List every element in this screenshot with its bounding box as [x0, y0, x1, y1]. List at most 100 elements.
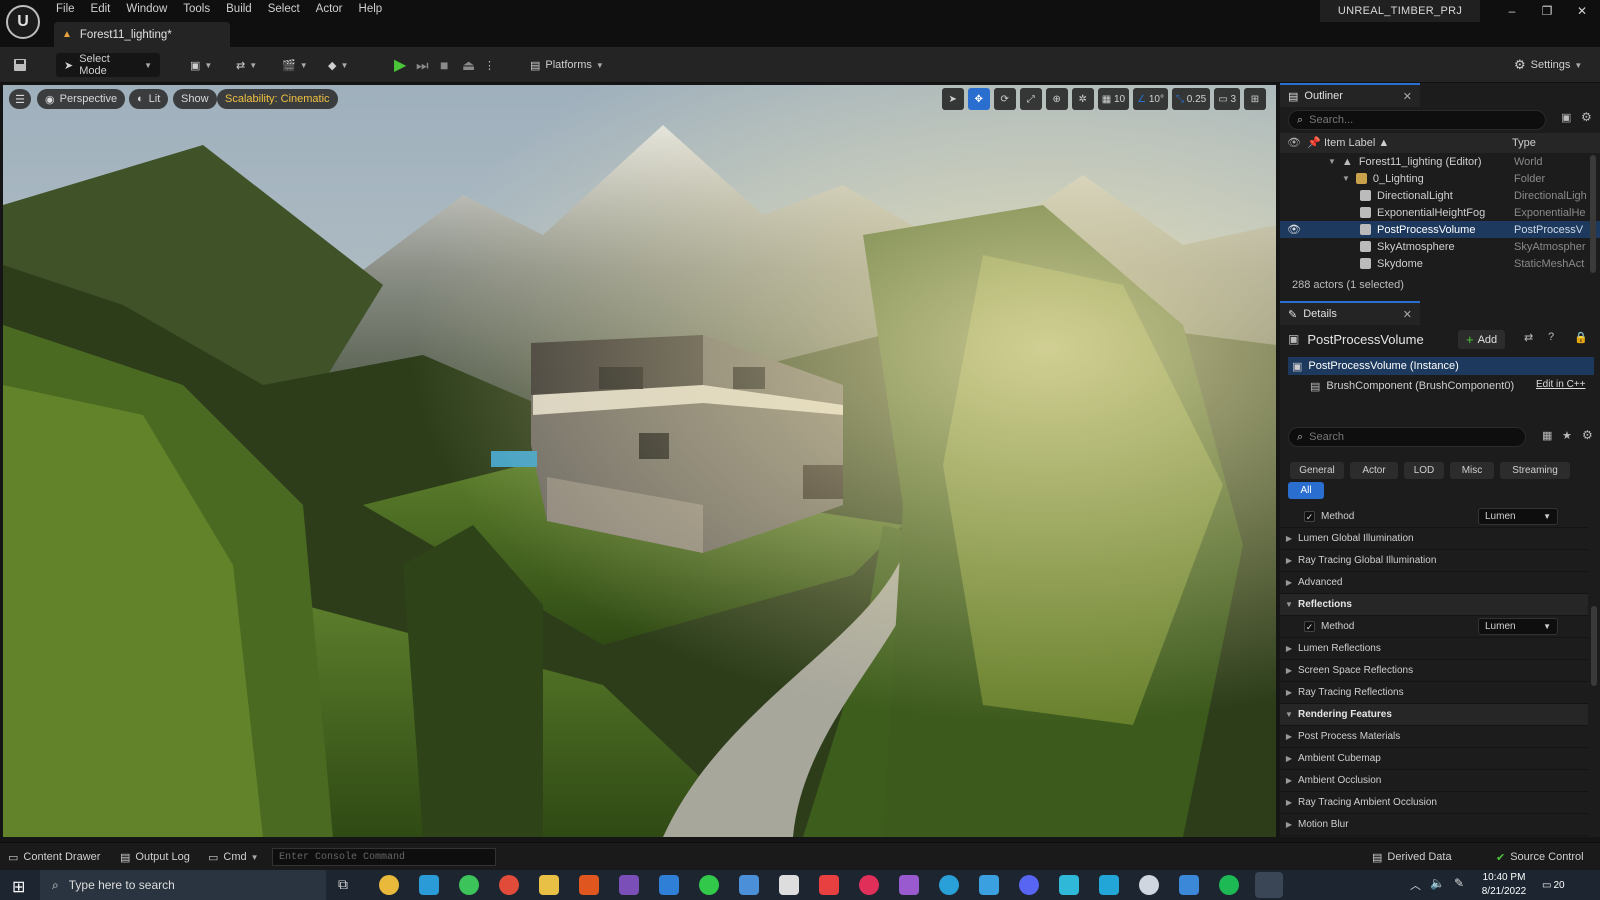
step-icon[interactable]: ⏭ [416, 53, 429, 77]
taskbar-time[interactable]: 10:40 PM [1477, 872, 1531, 883]
filter-streaming[interactable]: Streaming [1500, 462, 1570, 479]
property-row[interactable]: ▶ Ray Tracing Global Illumination [1280, 550, 1588, 572]
property-row[interactable]: ▶ Advanced [1280, 572, 1588, 594]
spotify-icon[interactable] [1219, 875, 1239, 895]
rotation-snap-button[interactable]: ∠ 10° [1133, 88, 1168, 110]
rotate-tool-icon[interactable]: ⟳ [993, 88, 1016, 110]
menu-window[interactable]: Window [118, 0, 175, 20]
outliner-scrollbar[interactable] [1590, 155, 1596, 273]
minimize-icon[interactable]: – [1502, 4, 1522, 18]
outliner-row[interactable]: ▼ 0_Lighting Folder [1280, 170, 1600, 187]
modes-icon[interactable]: ◆ ▼ [328, 53, 348, 77]
filter-misc[interactable]: Misc [1450, 462, 1494, 479]
filter-all[interactable]: All [1288, 482, 1324, 499]
add-folder-icon[interactable]: ▣ [1561, 111, 1571, 124]
close-icon[interactable]: ✕ [1403, 90, 1412, 103]
outliner-row[interactable]: ExponentialHeightFog ExponentialHe [1280, 204, 1600, 221]
outliner-row[interactable]: ▼ ▲ Forest11_lighting (Editor) World [1280, 153, 1600, 170]
menu-file[interactable]: File [48, 0, 83, 20]
pin-icon[interactable]: 📌 [1307, 136, 1321, 149]
details-scrollbar[interactable] [1591, 606, 1597, 686]
cmd-dropdown[interactable]: ▭ Cmd ▼ [208, 848, 259, 866]
type-column[interactable]: Type [1512, 137, 1536, 149]
help-icon[interactable]: ? [1548, 331, 1554, 343]
volume-icon[interactable]: 🔈 [1430, 876, 1445, 890]
file-explorer-icon[interactable] [539, 875, 559, 895]
add-component-button[interactable]: + Add [1458, 330, 1506, 349]
details-tab[interactable]: ✎ Details ✕ [1280, 301, 1420, 325]
component-instance-row[interactable]: ▣ PostProcessVolume (Instance) [1288, 357, 1594, 375]
app-icon[interactable] [859, 875, 879, 895]
app-icon[interactable] [1179, 875, 1199, 895]
edit-in-cpp-link[interactable]: Edit in C++ [1536, 379, 1585, 390]
restore-icon[interactable]: ❐ [1537, 4, 1557, 18]
lock-icon[interactable]: 🔒 [1574, 331, 1588, 344]
surface-snap-icon[interactable]: ✲ [1071, 88, 1094, 110]
method-combo[interactable]: Lumen ▼ [1478, 618, 1558, 635]
category-row[interactable]: ▼ Rendering Features [1280, 704, 1588, 726]
property-row[interactable]: ▶ Ambient Occlusion [1280, 770, 1588, 792]
star-icon[interactable]: ★ [1562, 429, 1572, 442]
app-icon[interactable] [1059, 875, 1079, 895]
property-row[interactable]: ▶ Lumen Reflections [1280, 638, 1588, 660]
whatsapp-icon[interactable] [459, 875, 479, 895]
select-tool-icon[interactable]: ➤ [941, 88, 964, 110]
level-viewport[interactable]: ☰ ◉ Perspective ◐ Lit Show Scalability: … [3, 85, 1276, 837]
menu-help[interactable]: Help [351, 0, 391, 20]
outliner-search-input[interactable]: ⌕ Search... [1288, 110, 1546, 130]
scale-tool-icon[interactable]: ⤢ [1019, 88, 1042, 110]
property-row[interactable]: ▶ Ray Tracing Ambient Occlusion [1280, 792, 1588, 814]
app-icon[interactable] [819, 875, 839, 895]
property-row[interactable]: ▶ Post Process Materials [1280, 726, 1588, 748]
outliner-row-selected[interactable]: 👁 PostProcessVolume PostProcessV [1280, 221, 1600, 238]
details-search-input[interactable]: ⌕ Search [1288, 427, 1526, 447]
eject-icon[interactable]: ⏏ [462, 53, 475, 77]
unreal-logo-icon[interactable]: U [6, 5, 40, 39]
app-icon[interactable] [1139, 875, 1159, 895]
show-button[interactable]: Show [173, 89, 217, 109]
outliner-row[interactable]: Skydome StaticMeshAct [1280, 255, 1600, 272]
close-icon[interactable]: ✕ [1403, 308, 1412, 321]
menu-actor[interactable]: Actor [308, 0, 351, 20]
tray-chevron-icon[interactable]: ︿ [1410, 877, 1421, 893]
chrome-icon[interactable] [499, 875, 519, 895]
derived-data-button[interactable]: ▤ Derived Data [1372, 848, 1452, 866]
property-row[interactable]: ▶ Screen Space Reflections [1280, 660, 1588, 682]
settings-dropdown[interactable]: ⚙ Settings ▼ [1514, 53, 1582, 77]
console-command-input[interactable]: Enter Console Command [272, 848, 496, 866]
filter-general[interactable]: General [1290, 462, 1344, 479]
outliner-row[interactable]: SkyAtmosphere SkyAtmospher [1280, 238, 1600, 255]
xbox-icon[interactable] [699, 875, 719, 895]
outliner-tab[interactable]: ▤ Outliner ✕ [1280, 83, 1420, 107]
menu-tools[interactable]: Tools [175, 0, 218, 20]
stop-icon[interactable]: ■ [440, 53, 448, 77]
blueprint-icon[interactable]: ⇄ ▼ [236, 53, 257, 77]
app-icon[interactable] [979, 875, 999, 895]
save-icon[interactable] [12, 53, 28, 77]
taskbar-search-input[interactable]: ⌕ Type here to search [40, 870, 326, 900]
jw-app-icon[interactable] [619, 875, 639, 895]
pen-icon[interactable]: ✎ [1454, 876, 1464, 890]
brush-component-row[interactable]: ▤ BrushComponent (BrushComponent0) [1310, 377, 1514, 395]
property-row[interactable]: ▶ Ray Tracing Reflections [1280, 682, 1588, 704]
category-row[interactable]: ▼ Reflections [1280, 594, 1588, 616]
menu-select[interactable]: Select [260, 0, 308, 20]
menu-edit[interactable]: Edit [83, 0, 119, 20]
visibility-icon[interactable]: 👁 [1287, 223, 1301, 236]
gear-icon[interactable]: ⚙ [1582, 428, 1593, 442]
filter-actor[interactable]: Actor [1350, 462, 1398, 479]
select-mode-dropdown[interactable]: ➤ Select Mode ▼ [56, 53, 160, 77]
close-window-icon[interactable]: ✕ [1572, 4, 1592, 18]
discord-icon[interactable] [1019, 875, 1039, 895]
outliner-row[interactable]: DirectionalLight DirectionalLigh [1280, 187, 1600, 204]
windows-start-icon[interactable]: ⊞ [12, 877, 25, 897]
table-view-icon[interactable]: ▦ [1542, 429, 1552, 442]
property-row[interactable]: ▶ Lumen Global Illumination [1280, 528, 1588, 550]
platforms-dropdown[interactable]: ▤ Platforms ▼ [530, 53, 604, 77]
property-row[interactable]: ▶ Motion Blur [1280, 814, 1588, 836]
property-row[interactable]: ✓ Method Lumen ▼ [1280, 506, 1588, 528]
app-icon[interactable] [739, 875, 759, 895]
app-icon[interactable] [779, 875, 799, 895]
gear-icon[interactable]: ⚙ [1581, 110, 1592, 124]
grid-snap-button[interactable]: ▦ 10 [1097, 88, 1130, 110]
